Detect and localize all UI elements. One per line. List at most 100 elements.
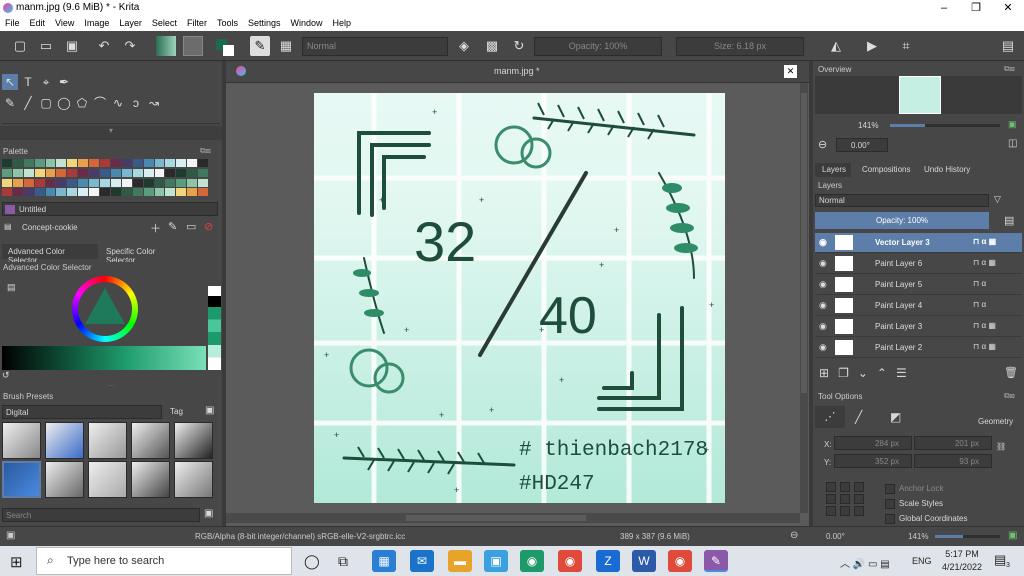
ellipse-tool-icon[interactable]: ◯	[56, 95, 72, 111]
line-tool-icon[interactable]: ╱	[20, 95, 36, 111]
add-swatch-icon[interactable]: ＋	[150, 220, 161, 236]
palette-swatch[interactable]	[176, 178, 187, 187]
layer-row[interactable]: ◉ Paint Layer 5 ⊓ α	[815, 275, 1022, 295]
palette-swatch[interactable]	[165, 188, 176, 197]
menu-file[interactable]: File	[0, 16, 25, 31]
palette-swatch[interactable]	[23, 159, 34, 167]
menu-tools[interactable]: Tools	[212, 16, 243, 31]
photos-app-icon[interactable]: ▣	[484, 550, 508, 572]
layer-properties-icon[interactable]: ▤	[1004, 214, 1014, 227]
palette-swatch[interactable]	[100, 168, 110, 177]
palette-swatch[interactable]	[34, 168, 45, 177]
chrome-browser-icon[interactable]: ◉	[558, 550, 582, 572]
new-document-icon[interactable]: ▢	[10, 36, 30, 56]
palette-swatch[interactable]	[45, 168, 56, 177]
palette-swatch[interactable]	[198, 159, 208, 167]
layer-opacity-slider[interactable]: Opacity: 100%	[815, 212, 989, 229]
clock-date[interactable]: 4/21/2022	[938, 562, 986, 572]
calligraphy-icon[interactable]: ✒	[56, 74, 72, 90]
palette-swatch[interactable]	[187, 168, 198, 177]
tab-compositions[interactable]: Compositions	[856, 163, 916, 177]
menu-help[interactable]: Help	[328, 16, 357, 31]
palette-swatch[interactable]	[198, 178, 208, 187]
visibility-eye-icon[interactable]: ◉	[819, 300, 827, 311]
brush-preset[interactable]	[174, 461, 213, 498]
palette-swatch[interactable]	[110, 188, 121, 197]
palette-swatch[interactable]	[176, 159, 187, 167]
chrome-profile-icon[interactable]: ◉	[668, 550, 692, 572]
anchor-point-grid[interactable]	[826, 482, 866, 516]
tool-mode-line-icon[interactable]: ╱	[855, 410, 862, 424]
move-layer-down-icon[interactable]: ⌄	[858, 366, 868, 382]
size-slider[interactable]: Size: 6.18 px	[676, 37, 804, 56]
palette-name-select[interactable]: Untitled	[2, 202, 218, 216]
mirror-vertical-icon[interactable]: ▶	[862, 36, 882, 56]
palette-swatch[interactable]	[132, 168, 143, 177]
palette-swatch[interactable]	[143, 159, 154, 167]
palette-swatch[interactable]	[121, 178, 132, 187]
text-tool-icon[interactable]: T	[20, 74, 36, 90]
palette-swatch[interactable]	[198, 168, 208, 177]
tool-options-float-close-icon[interactable]: ⧉⊠	[1004, 391, 1015, 401]
visibility-eye-icon[interactable]: ◉	[819, 237, 827, 248]
visibility-eye-icon[interactable]: ◉	[819, 321, 827, 332]
layer-lock-icon[interactable]: ⊓ α	[973, 300, 986, 309]
palette-swatch[interactable]	[176, 168, 187, 177]
layer-row[interactable]: ◉ Vector Layer 3 ⊓ α ▦	[815, 233, 1022, 253]
palette-swatch[interactable]	[67, 188, 78, 197]
select-shapes-icon[interactable]: ↖	[2, 74, 18, 90]
drawing-canvas[interactable]: + + + + + + + + + + + + + + + 32 40 # thienbach2178 …	[314, 93, 725, 503]
undo-icon[interactable]: ↶	[94, 36, 114, 56]
store-app-icon[interactable]: ▦	[372, 550, 396, 572]
palette-swatch[interactable]	[100, 178, 110, 187]
overview-zoom-slider[interactable]	[890, 124, 1000, 127]
layer-lock-icon[interactable]: ⊓ α ▦	[973, 342, 996, 351]
mail-app-icon[interactable]: ✉	[410, 550, 434, 572]
grid-menu-icon[interactable]: ▦	[276, 36, 296, 56]
brush-preset[interactable]	[2, 461, 41, 498]
close-button[interactable]: ✕	[992, 0, 1024, 16]
tool-mode-fill-icon[interactable]: ◩	[890, 410, 901, 424]
palette-swatch[interactable]	[2, 168, 12, 177]
palette-swatch[interactable]	[45, 188, 56, 197]
palette-swatch[interactable]	[143, 188, 154, 197]
freehand-brush-icon[interactable]: ✎	[2, 95, 18, 111]
menu-window[interactable]: Window	[285, 16, 327, 31]
brush-preset[interactable]	[45, 422, 84, 459]
maximize-button[interactable]: ❐	[960, 0, 992, 16]
brush-preset[interactable]	[131, 461, 170, 498]
palette-swatch[interactable]	[34, 188, 45, 197]
delete-swatch-icon[interactable]: ⊘	[204, 220, 213, 233]
palette-swatch[interactable]	[110, 178, 121, 187]
file-explorer-icon[interactable]: ▬	[448, 550, 472, 572]
palette-swatch-grid[interactable]	[2, 159, 208, 197]
palette-swatch[interactable]	[121, 168, 132, 177]
polygon-tool-icon[interactable]: ⬠	[74, 95, 90, 111]
canvas-vertical-scrollbar[interactable]	[800, 83, 808, 513]
palette-swatch[interactable]	[2, 159, 12, 167]
palette-swatch[interactable]	[23, 168, 34, 177]
overview-float-close-icon[interactable]: ⧉⊠	[1004, 64, 1015, 74]
palette-swatch[interactable]	[110, 159, 121, 167]
recent-colors-strip[interactable]	[208, 286, 221, 370]
visibility-eye-icon[interactable]: ◉	[819, 342, 827, 353]
palette-swatch[interactable]	[12, 178, 23, 187]
taskbar-search-input[interactable]: ⌕ Type here to search	[36, 547, 292, 575]
edit-shapes-icon[interactable]: ⌖	[38, 74, 54, 90]
menu-edit[interactable]: Edit	[25, 16, 51, 31]
document-tab-title[interactable]: manm.jpg *	[494, 66, 540, 76]
visibility-eye-icon[interactable]: ◉	[819, 279, 827, 290]
layer-settings-icon[interactable]: ☰	[896, 366, 907, 382]
palette-swatch[interactable]	[121, 188, 132, 197]
width-input[interactable]: 201 px	[914, 436, 992, 450]
palette-swatch[interactable]	[187, 188, 198, 197]
palette-swatch[interactable]	[56, 168, 67, 177]
scale-styles-checkbox[interactable]	[885, 499, 895, 509]
brush-settings-icon[interactable]: ▣	[205, 405, 214, 416]
crop-icon[interactable]: ⌗	[896, 36, 916, 56]
brush-search-settings-icon[interactable]: ▣	[204, 508, 213, 519]
open-folder-icon[interactable]: ▭	[36, 36, 56, 56]
hue-ring[interactable]	[72, 276, 138, 342]
palette-swatch[interactable]	[56, 159, 67, 167]
layer-filter-icon[interactable]: ▽	[994, 194, 1001, 205]
